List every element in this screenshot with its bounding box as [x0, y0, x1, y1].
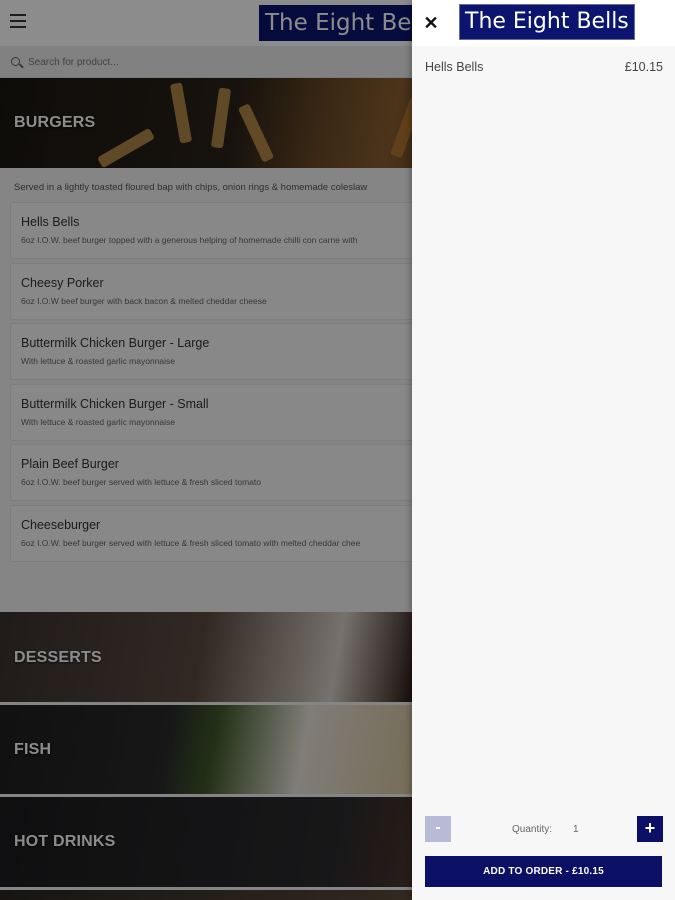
product-name: Hells Bells [425, 60, 484, 74]
increase-quantity-button[interactable]: + [637, 816, 663, 842]
panel-header: ✕ The Eight Bells [412, 0, 675, 46]
quantity-label: Quantity: [512, 824, 553, 835]
product-price: £10.15 [624, 60, 663, 74]
close-icon[interactable]: ✕ [422, 13, 440, 33]
product-panel: ✕ The Eight Bells Hells Bells £10.15 - Q… [412, 0, 675, 900]
add-to-order-button[interactable]: ADD TO ORDER - £10.15 [425, 856, 662, 887]
product-row: Hells Bells £10.15 [425, 60, 663, 76]
decrease-quantity-button[interactable]: - [425, 816, 451, 842]
quantity-stepper: - Quantity: 1 + [425, 816, 663, 842]
panel-logo: The Eight Bells [459, 4, 635, 40]
quantity-value: 1 [573, 824, 579, 835]
